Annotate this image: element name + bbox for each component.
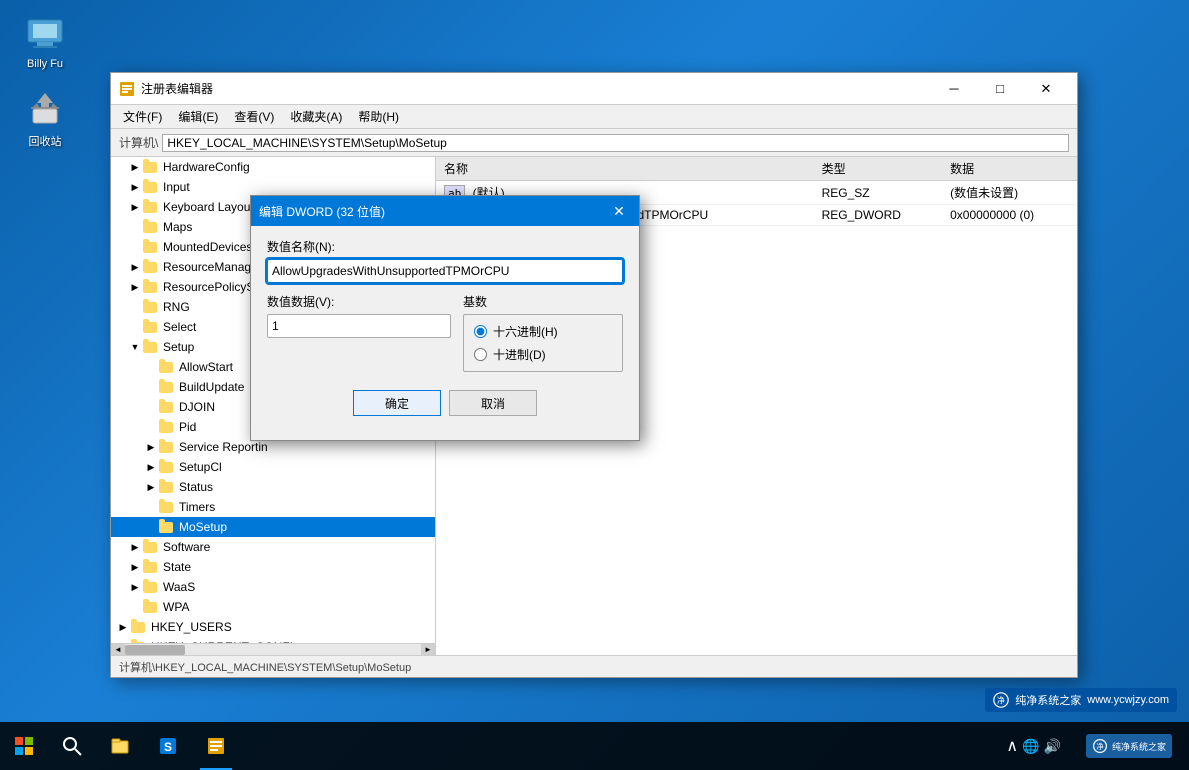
- regedit-icon: [119, 81, 135, 97]
- taskbar-store[interactable]: S: [144, 722, 192, 770]
- tree-item-waas[interactable]: ▶ WaaS: [111, 577, 435, 597]
- dialog-close-button[interactable]: ✕: [607, 199, 631, 223]
- desktop-icon-this-pc[interactable]: Billy Fu: [10, 10, 80, 74]
- menu-help[interactable]: 帮助(H): [350, 106, 407, 127]
- dec-radio-label[interactable]: 十进制(D): [474, 346, 612, 363]
- data-row: 数值数据(V): 基数 十六进制(H) 十进制(D): [267, 293, 623, 372]
- col-name: 名称: [436, 157, 814, 181]
- scroll-right-btn[interactable]: ►: [421, 644, 435, 656]
- watermark-url: www.ycwjzy.com: [1087, 694, 1169, 706]
- recycle-label: 回收站: [29, 133, 62, 149]
- hex-radio-label[interactable]: 十六进制(H): [474, 323, 612, 340]
- dec-label: 十进制(D): [493, 346, 546, 363]
- dword-dialog: 编辑 DWORD (32 位值) ✕ 数值名称(N): 数值数据(V): 基数 …: [250, 195, 640, 441]
- address-bar: 计算机\: [111, 129, 1077, 157]
- tree-item-state[interactable]: ▶ State: [111, 557, 435, 577]
- dialog-body: 数值名称(N): 数值数据(V): 基数 十六进制(H): [251, 226, 639, 440]
- status-bar: 计算机\HKEY_LOCAL_MACHINE\SYSTEM\Setup\MoSe…: [111, 655, 1077, 677]
- menu-bar: 文件(F) 编辑(E) 查看(V) 收藏夹(A) 帮助(H): [111, 105, 1077, 129]
- address-input[interactable]: [162, 134, 1069, 152]
- recycle-icon: [25, 89, 65, 129]
- this-pc-label: Billy Fu: [27, 58, 63, 70]
- brand-text: 纯净系统之家: [1112, 740, 1166, 753]
- cancel-button[interactable]: 取消: [449, 390, 537, 416]
- state-label: State: [163, 560, 191, 574]
- entry-type-2: REG_DWORD: [814, 205, 943, 226]
- status-text: 计算机\HKEY_LOCAL_MACHINE\SYSTEM\Setup\MoSe…: [119, 659, 411, 675]
- tree-item-input[interactable]: ▶ Input: [111, 177, 435, 197]
- name-label: 数值名称(N):: [267, 238, 623, 255]
- tray-chevron[interactable]: ∧: [1006, 736, 1018, 756]
- data-value-section: 数值数据(V):: [267, 293, 451, 372]
- tree-item-hardwareconfig[interactable]: ▶ HardwareConfig: [111, 157, 435, 177]
- tree-hscrollbar[interactable]: ◄ ►: [111, 643, 435, 655]
- tree-item-timers[interactable]: Timers: [111, 497, 435, 517]
- ok-button[interactable]: 确定: [353, 390, 441, 416]
- entry-data-2: 0x00000000 (0): [942, 205, 1077, 226]
- network-icon[interactable]: 🌐: [1022, 738, 1039, 755]
- svg-text:S: S: [164, 740, 172, 754]
- scroll-left-btn[interactable]: ◄: [111, 644, 125, 656]
- dec-radio[interactable]: [474, 348, 487, 361]
- taskbar-search[interactable]: [48, 722, 96, 770]
- base-section: 基数 十六进制(H) 十进制(D): [463, 293, 623, 372]
- menu-edit[interactable]: 编辑(E): [170, 106, 226, 127]
- dialog-title-bar: 编辑 DWORD (32 位值) ✕: [251, 196, 639, 226]
- volume-icon[interactable]: 🔊: [1044, 738, 1061, 755]
- tree-item-hkey-users[interactable]: ▶ HKEY_USERS: [111, 617, 435, 637]
- taskbar-items: S: [48, 722, 998, 770]
- tree-item-wpa[interactable]: WPA: [111, 597, 435, 617]
- tree-item-software[interactable]: ▶ Software: [111, 537, 435, 557]
- svg-text:净: 净: [997, 695, 1005, 705]
- keyboard-layout-label: Keyboard Layout: [163, 200, 254, 214]
- taskbar: S ∧ 🌐 🔊 净 纯净系统: [0, 722, 1189, 770]
- this-pc-icon: [25, 14, 65, 54]
- software-label: Software: [163, 540, 210, 554]
- maximize-button[interactable]: □: [977, 73, 1023, 105]
- desktop: Billy Fu 回收站 注册表编辑: [0, 0, 1189, 770]
- window-title: 注册表编辑器: [141, 80, 931, 97]
- watermark-text: 纯净系统之家: [1015, 692, 1081, 708]
- taskbar-explorer[interactable]: [96, 722, 144, 770]
- start-button[interactable]: [0, 722, 48, 770]
- window-controls: ─ □ ✕: [931, 73, 1069, 105]
- menu-file[interactable]: 文件(F): [115, 106, 170, 127]
- hex-radio[interactable]: [474, 325, 487, 338]
- base-label: 基数: [463, 293, 623, 310]
- dialog-title: 编辑 DWORD (32 位值): [259, 203, 607, 220]
- menu-favorites[interactable]: 收藏夹(A): [282, 106, 350, 127]
- desktop-icon-recycle[interactable]: 回收站: [10, 85, 80, 153]
- dialog-buttons: 确定 取消: [267, 382, 623, 428]
- tree-item-setupcl[interactable]: ▶ SetupCl: [111, 457, 435, 477]
- name-input[interactable]: [267, 259, 623, 283]
- col-type: 类型: [814, 157, 943, 181]
- scroll-track: [125, 644, 421, 655]
- minimize-button[interactable]: ─: [931, 73, 977, 105]
- taskbar-regedit[interactable]: [192, 722, 240, 770]
- hex-label: 十六进制(H): [493, 323, 558, 340]
- menu-view[interactable]: 查看(V): [226, 106, 282, 127]
- col-data: 数据: [942, 157, 1077, 181]
- scroll-thumb[interactable]: [125, 645, 185, 655]
- svg-text:净: 净: [1096, 742, 1103, 751]
- brand-logo: 净 纯净系统之家: [1086, 734, 1172, 758]
- address-label-text: 计算机\: [119, 134, 158, 151]
- tree-item-mosetup[interactable]: MoSetup: [111, 517, 435, 537]
- entry-type: REG_SZ: [814, 181, 943, 205]
- base-radio-group: 十六进制(H) 十进制(D): [463, 314, 623, 372]
- entry-data: (数值未设置): [942, 181, 1077, 205]
- select-label: Select: [163, 320, 196, 334]
- tree-item-status[interactable]: ▶ Status: [111, 477, 435, 497]
- taskbar-tray: ∧ 🌐 🔊: [998, 736, 1069, 756]
- brand-area: 净 纯净系统之家: [1069, 722, 1189, 770]
- close-button[interactable]: ✕: [1023, 73, 1069, 105]
- data-label: 数值数据(V):: [267, 293, 451, 310]
- watermark: 净 纯净系统之家 www.ycwjzy.com: [985, 688, 1177, 712]
- title-bar: 注册表编辑器 ─ □ ✕: [111, 73, 1077, 105]
- data-input[interactable]: [267, 314, 451, 338]
